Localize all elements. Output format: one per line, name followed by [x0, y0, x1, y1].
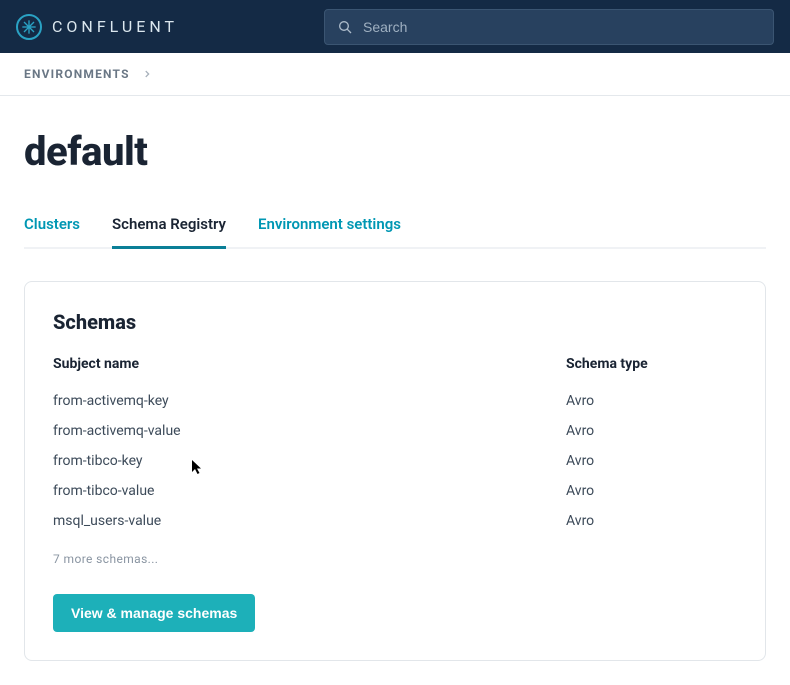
schema-name: from-activemq-value: [53, 423, 498, 439]
tabs: Clusters Schema Registry Environment set…: [24, 211, 766, 249]
page-title: default: [24, 128, 766, 175]
schemas-table: Subject name Schema type from-activemq-k…: [53, 356, 737, 536]
breadcrumb: ENVIRONMENTS: [0, 53, 790, 96]
tab-schema-registry[interactable]: Schema Registry: [112, 211, 226, 247]
schemas-card-title: Schemas: [53, 310, 737, 334]
table-row[interactable]: msql_users-value Avro: [53, 506, 737, 536]
logo-text: CONFLUENT: [52, 17, 178, 36]
table-row[interactable]: from-activemq-value Avro: [53, 416, 737, 446]
table-row[interactable]: from-tibco-value Avro: [53, 476, 737, 506]
main: default Clusters Schema Registry Environ…: [0, 96, 790, 685]
column-name-header: Subject name: [53, 356, 498, 372]
search-box[interactable]: [324, 9, 774, 45]
tab-environment-settings[interactable]: Environment settings: [258, 211, 401, 247]
more-schemas-text[interactable]: 7 more schemas...: [53, 552, 737, 566]
search-wrap: [324, 9, 774, 45]
view-manage-schemas-button[interactable]: View & manage schemas: [53, 594, 255, 632]
schema-type: Avro: [566, 393, 737, 409]
schema-name: msql_users-value: [53, 513, 498, 529]
schema-name: from-activemq-key: [53, 393, 498, 409]
logo-mark-icon: [16, 14, 42, 40]
schema-type: Avro: [566, 453, 737, 469]
breadcrumb-environments[interactable]: ENVIRONMENTS: [24, 67, 130, 81]
schema-name: from-tibco-value: [53, 483, 498, 499]
search-input[interactable]: [363, 19, 761, 35]
schema-type: Avro: [566, 423, 737, 439]
tab-clusters[interactable]: Clusters: [24, 211, 80, 247]
schema-type: Avro: [566, 483, 737, 499]
logo[interactable]: CONFLUENT: [16, 14, 178, 40]
topnav: CONFLUENT: [0, 0, 790, 53]
schemas-card: Schemas Subject name Schema type from-ac…: [24, 281, 766, 661]
table-row[interactable]: from-activemq-key Avro: [53, 386, 737, 416]
table-header: Subject name Schema type: [53, 356, 737, 372]
chevron-right-icon: [142, 69, 152, 79]
schema-type: Avro: [566, 513, 737, 529]
schema-name: from-tibco-key: [53, 453, 498, 469]
search-icon: [337, 19, 353, 35]
column-type-header: Schema type: [566, 356, 737, 372]
table-row[interactable]: from-tibco-key Avro: [53, 446, 737, 476]
